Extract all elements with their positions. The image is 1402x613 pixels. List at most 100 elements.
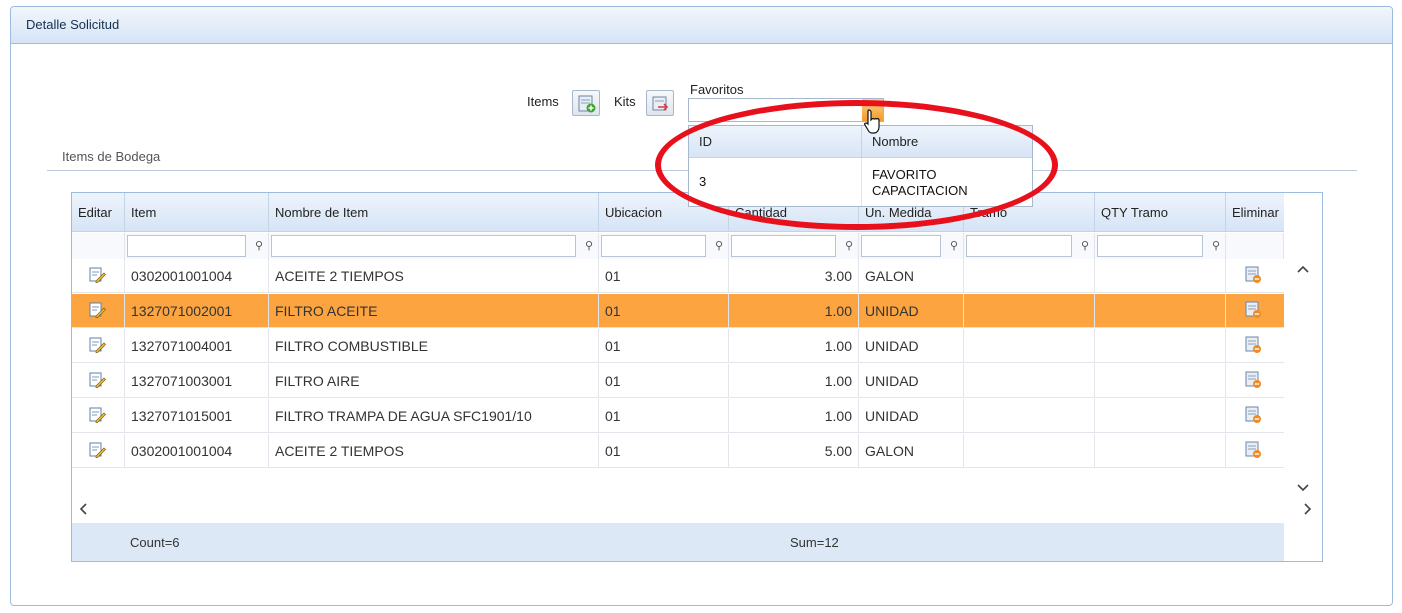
dropdown-header: ID Nombre bbox=[689, 126, 1032, 158]
filter-input[interactable] bbox=[271, 235, 576, 257]
edit-icon[interactable] bbox=[88, 371, 106, 389]
delete-icon[interactable] bbox=[1244, 406, 1262, 424]
add-items-button[interactable] bbox=[572, 90, 600, 116]
filter-qty-tramo[interactable]: ⚲ bbox=[1095, 233, 1226, 259]
items-label: Items bbox=[527, 94, 559, 109]
delete-icon[interactable] bbox=[1244, 336, 1262, 354]
filter-tramo[interactable]: ⚲ bbox=[964, 233, 1095, 259]
edit-icon[interactable] bbox=[88, 406, 106, 424]
cell-editar bbox=[72, 364, 125, 397]
filter-icon[interactable]: ⚲ bbox=[1212, 239, 1220, 252]
cell-cantidad: 5.00 bbox=[729, 434, 859, 467]
footer-corner bbox=[1284, 523, 1322, 561]
cell-nombre: FILTRO ACEITE bbox=[269, 294, 599, 327]
col-nombre-item[interactable]: Nombre de Item bbox=[269, 193, 599, 231]
cell-qty-tramo bbox=[1095, 294, 1226, 327]
items-grid: Editar Item Nombre de Item Ubicacion Can… bbox=[71, 192, 1323, 562]
filter-editar bbox=[72, 233, 125, 259]
col-item[interactable]: Item bbox=[125, 193, 269, 231]
horizontal-scrollbar[interactable] bbox=[72, 497, 1322, 521]
cell-tramo bbox=[964, 364, 1095, 397]
cell-nombre: FILTRO TRAMPA DE AGUA SFC1901/10 bbox=[269, 399, 599, 432]
cell-eliminar bbox=[1226, 259, 1284, 292]
cell-ubicacion: 01 bbox=[599, 399, 729, 432]
cell-qty-tramo bbox=[1095, 259, 1226, 292]
filter-icon[interactable]: ⚲ bbox=[845, 239, 853, 252]
footer-count: Count=6 bbox=[130, 535, 180, 550]
table-row[interactable]: 1327071015001 FILTRO TRAMPA DE AGUA SFC19… bbox=[72, 399, 1284, 433]
delete-icon[interactable] bbox=[1244, 441, 1262, 459]
panel-title: Detalle Solicitud bbox=[11, 7, 1392, 44]
delete-icon[interactable] bbox=[1244, 371, 1262, 389]
cell-qty-tramo bbox=[1095, 399, 1226, 432]
filter-input[interactable] bbox=[127, 235, 246, 257]
cell-nombre: ACEITE 2 TIEMPOS bbox=[269, 434, 599, 467]
table-row[interactable]: 1327071004001 FILTRO COMBUSTIBLE 01 1.00 UNI… bbox=[72, 329, 1284, 363]
cell-nombre: FILTRO AIRE bbox=[269, 364, 599, 397]
grid-header: Editar Item Nombre de Item Ubicacion Can… bbox=[72, 193, 1284, 232]
cell-editar bbox=[72, 434, 125, 467]
filter-input[interactable] bbox=[601, 235, 706, 257]
cell-qty-tramo bbox=[1095, 434, 1226, 467]
filter-icon[interactable]: ⚲ bbox=[950, 239, 958, 252]
filter-nombre[interactable]: ⚲ bbox=[269, 233, 599, 259]
col-editar[interactable]: Editar bbox=[72, 193, 125, 231]
cell-ubicacion: 01 bbox=[599, 434, 729, 467]
filter-input[interactable] bbox=[966, 235, 1072, 257]
cell-tramo bbox=[964, 434, 1095, 467]
cell-cantidad: 1.00 bbox=[729, 294, 859, 327]
cell-un-medida: UNIDAD bbox=[859, 294, 964, 327]
cell-tramo bbox=[964, 399, 1095, 432]
cell-un-medida: UNIDAD bbox=[859, 364, 964, 397]
col-eliminar[interactable]: Eliminar bbox=[1226, 193, 1284, 231]
footer-sum: Sum=12 bbox=[790, 535, 839, 550]
dropdown-row-nombre: FAVORITO CAPACITACION bbox=[872, 167, 968, 198]
edit-icon[interactable] bbox=[88, 301, 106, 319]
filter-item[interactable]: ⚲ bbox=[125, 233, 269, 259]
cell-ubicacion: 01 bbox=[599, 364, 729, 397]
filter-icon[interactable]: ⚲ bbox=[255, 239, 263, 252]
favoritos-dropdown: ID Nombre 3 FAVORITO CAPACITACION bbox=[688, 125, 1033, 207]
filter-un-medida[interactable]: ⚲ bbox=[859, 233, 964, 259]
table-row[interactable]: 0302001001004 ACEITE 2 TIEMPOS 01 3.00 GALON bbox=[72, 259, 1284, 293]
filter-icon[interactable]: ⚲ bbox=[1081, 239, 1089, 252]
favoritos-combo[interactable] bbox=[688, 98, 884, 122]
cell-editar bbox=[72, 294, 125, 327]
cell-item: 0302001001004 bbox=[125, 434, 269, 467]
col-qty-tramo[interactable]: QTY Tramo bbox=[1095, 193, 1226, 231]
filter-input[interactable] bbox=[1097, 235, 1203, 257]
table-row[interactable]: 1327071003001 FILTRO AIRE 01 1.00 UNIDAD bbox=[72, 364, 1284, 398]
filter-input[interactable] bbox=[861, 235, 941, 257]
cell-editar bbox=[72, 259, 125, 292]
filter-icon[interactable]: ⚲ bbox=[585, 239, 593, 252]
cell-item: 1327071004001 bbox=[125, 329, 269, 362]
vertical-scrollbar[interactable] bbox=[1284, 259, 1322, 527]
add-kits-button[interactable] bbox=[646, 90, 674, 116]
cell-eliminar bbox=[1226, 399, 1284, 432]
table-row[interactable]: 0302001001004 ACEITE 2 TIEMPOS 01 5.00 GALON bbox=[72, 434, 1284, 468]
cell-cantidad: 3.00 bbox=[729, 259, 859, 292]
cell-item: 0302001001004 bbox=[125, 259, 269, 292]
delete-icon[interactable] bbox=[1244, 301, 1262, 319]
hand-cursor-icon bbox=[863, 109, 880, 134]
dropdown-row[interactable]: 3 FAVORITO CAPACITACION bbox=[689, 158, 1032, 206]
cell-tramo bbox=[964, 329, 1095, 362]
cell-editar bbox=[72, 329, 125, 362]
filter-input[interactable] bbox=[731, 235, 836, 257]
cell-cantidad: 1.00 bbox=[729, 329, 859, 362]
edit-icon[interactable] bbox=[88, 336, 106, 354]
edit-icon[interactable] bbox=[88, 266, 106, 284]
edit-icon[interactable] bbox=[88, 441, 106, 459]
cell-eliminar bbox=[1226, 434, 1284, 467]
filter-icon[interactable]: ⚲ bbox=[715, 239, 723, 252]
add-item-icon bbox=[578, 95, 596, 113]
grid-footer: Count=6 Sum=12 bbox=[72, 523, 1284, 561]
filter-cantidad[interactable]: ⚲ bbox=[729, 233, 859, 259]
cell-qty-tramo bbox=[1095, 364, 1226, 397]
cell-qty-tramo bbox=[1095, 329, 1226, 362]
filter-ubicacion[interactable]: ⚲ bbox=[599, 233, 729, 259]
cell-eliminar bbox=[1226, 364, 1284, 397]
table-row[interactable]: 1327071002001 FILTRO ACEITE 01 1.00 UNIDAD bbox=[72, 294, 1284, 328]
delete-icon[interactable] bbox=[1244, 266, 1262, 284]
cell-un-medida: GALON bbox=[859, 259, 964, 292]
